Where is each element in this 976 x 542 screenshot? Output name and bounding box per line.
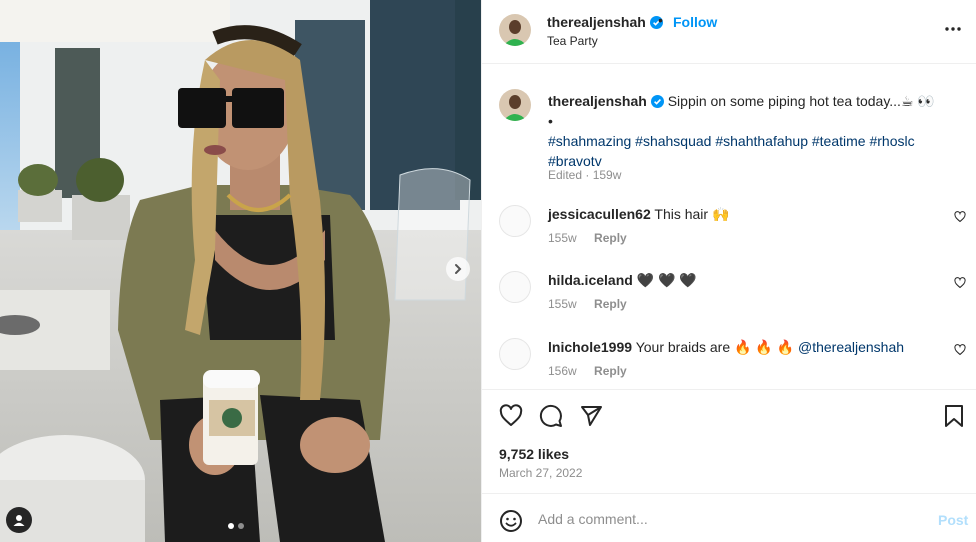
- commenter-avatar[interactable]: [499, 338, 531, 370]
- caption-username[interactable]: therealjenshah: [548, 93, 647, 109]
- comment-username[interactable]: hilda.iceland: [548, 272, 633, 288]
- post-date[interactable]: March 27, 2022: [499, 466, 582, 480]
- tagged-users-button[interactable]: [6, 507, 32, 533]
- reply-button[interactable]: Reply: [594, 231, 627, 245]
- caption-bullet: •: [548, 113, 553, 129]
- comment-username[interactable]: lnichole1999: [548, 339, 632, 355]
- caption-author-avatar[interactable]: [499, 89, 531, 121]
- comment-text-row: lnichole1999 Your braids are 🔥 🔥 🔥 @ther…: [548, 338, 904, 356]
- likes-count[interactable]: 9,752 likes: [499, 446, 569, 462]
- comment-like-icon[interactable]: [954, 277, 966, 289]
- share-icon[interactable]: [579, 404, 603, 428]
- comment-mention[interactable]: @therealjenshah: [798, 339, 904, 355]
- carousel-indicator: [228, 523, 244, 529]
- comment-item: jessicacullen62 This hair 🙌 155w Reply: [482, 205, 976, 265]
- comment-like-icon[interactable]: [954, 344, 966, 356]
- carousel-dot-active: [228, 523, 234, 529]
- comment-text-row: hilda.iceland 🖤 🖤 🖤: [548, 271, 697, 289]
- heart-icon[interactable]: [499, 404, 523, 428]
- follow-button[interactable]: Follow: [673, 14, 717, 30]
- reply-button[interactable]: Reply: [594, 364, 627, 378]
- comment-icon[interactable]: [539, 404, 563, 428]
- comment-username[interactable]: jessicacullen62: [548, 206, 651, 222]
- post-actions: 9,752 likes March 27, 2022: [482, 389, 976, 493]
- commenter-avatar[interactable]: [499, 271, 531, 303]
- caption-message: Sippin on some piping hot tea today...☕ …: [667, 93, 935, 109]
- commenter-avatar[interactable]: [499, 205, 531, 237]
- post-caption: therealjenshah Sippin on some piping hot…: [482, 65, 976, 189]
- comment-composer: Post: [482, 493, 976, 542]
- header-separator: •: [658, 12, 663, 28]
- more-options-icon[interactable]: [944, 20, 962, 38]
- post-comment-button[interactable]: Post: [938, 512, 968, 528]
- post-header: therealjenshah • Follow Tea Party: [482, 0, 976, 64]
- author-username[interactable]: therealjenshah: [547, 14, 663, 30]
- carousel-dot: [238, 523, 244, 529]
- chevron-right-icon: [455, 264, 462, 274]
- caption-edited-time: Edited · 159w: [548, 168, 622, 182]
- comment-input[interactable]: [538, 508, 918, 530]
- comment-time: 156w: [548, 364, 577, 378]
- reply-button[interactable]: Reply: [594, 297, 627, 311]
- next-media-button[interactable]: [446, 257, 470, 281]
- post-location[interactable]: Tea Party: [547, 34, 598, 48]
- comment-time: 155w: [548, 231, 577, 245]
- user-tag-icon: [13, 515, 25, 526]
- comment-time: 155w: [548, 297, 577, 311]
- comment-text: This hair 🙌: [654, 206, 730, 222]
- comment-item: hilda.iceland 🖤 🖤 🖤 155w Reply: [482, 271, 976, 331]
- comment-text-row: jessicacullen62 This hair 🙌: [548, 205, 729, 223]
- comment-meta: 155w Reply: [548, 231, 627, 245]
- post-media[interactable]: [0, 0, 481, 542]
- post-photo: [0, 0, 481, 542]
- comment-text: Your braids are 🔥 🔥 🔥: [635, 339, 798, 355]
- author-avatar[interactable]: [499, 14, 531, 46]
- comment-meta: 155w Reply: [548, 297, 627, 311]
- caption-hashtags[interactable]: #shahmazing #shahsquad #shahthafahup #te…: [548, 133, 915, 169]
- comment-text: 🖤 🖤 🖤: [636, 272, 697, 288]
- caption-text-block: therealjenshah Sippin on some piping hot…: [548, 91, 958, 171]
- comment-like-icon[interactable]: [954, 211, 966, 223]
- bookmark-icon[interactable]: [944, 404, 964, 428]
- comment-meta: 156w Reply: [548, 364, 627, 378]
- verified-badge-icon: [650, 95, 664, 108]
- post-details-panel: therealjenshah • Follow Tea Party therea…: [481, 0, 976, 542]
- emoji-icon[interactable]: [499, 509, 523, 533]
